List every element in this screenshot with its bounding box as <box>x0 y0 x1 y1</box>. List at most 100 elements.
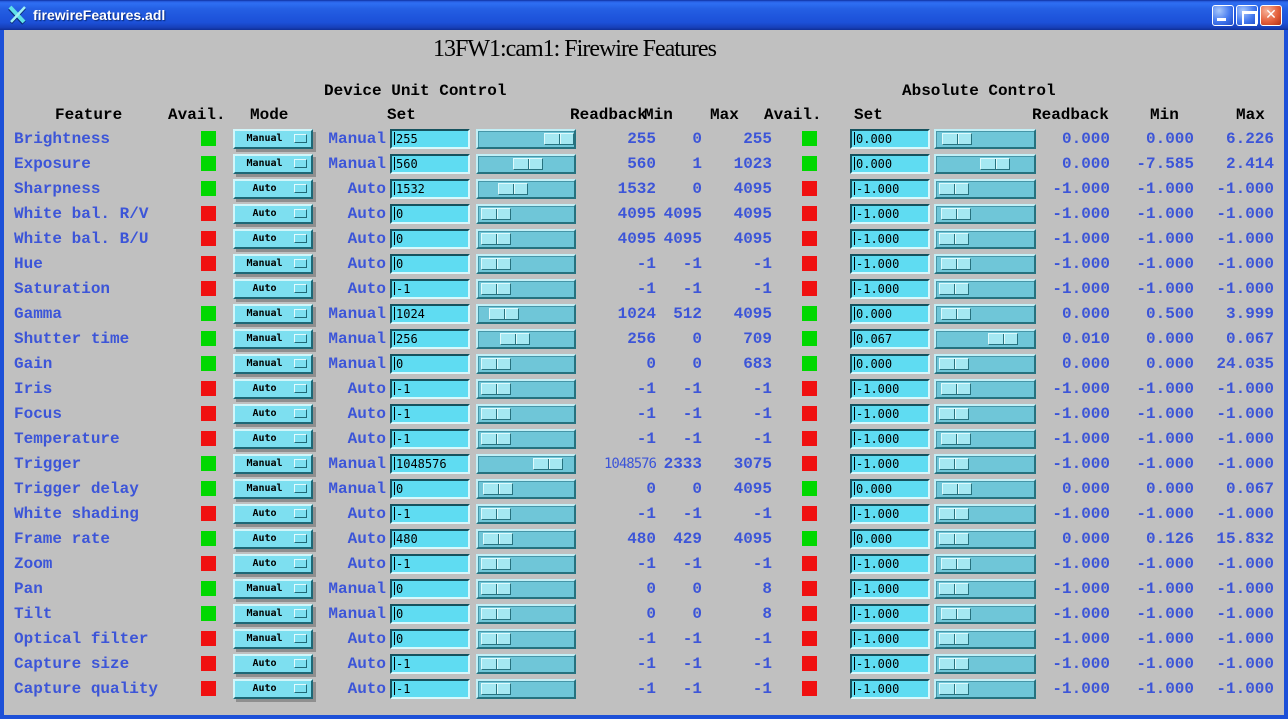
mode-select[interactable]: Manual <box>233 479 313 499</box>
absolute-set-input[interactable]: 0.000 <box>850 354 930 374</box>
device-slider-handle[interactable] <box>481 383 511 395</box>
device-slider-handle[interactable] <box>500 333 530 345</box>
device-slider-handle[interactable] <box>481 258 511 270</box>
mode-select[interactable]: Auto <box>233 429 313 449</box>
device-set-slider[interactable] <box>476 554 576 574</box>
device-set-slider[interactable] <box>476 429 576 449</box>
absolute-set-slider[interactable] <box>934 679 1036 699</box>
device-set-slider[interactable] <box>476 379 576 399</box>
device-slider-handle[interactable] <box>481 233 511 245</box>
device-slider-handle[interactable] <box>481 283 511 295</box>
absolute-set-input[interactable]: 0.000 <box>850 529 930 549</box>
absolute-set-slider[interactable] <box>934 454 1036 474</box>
device-set-slider[interactable] <box>476 679 576 699</box>
mode-select[interactable]: Auto <box>233 404 313 424</box>
device-set-slider[interactable] <box>476 504 576 524</box>
device-set-slider[interactable] <box>476 229 576 249</box>
absolute-set-input[interactable]: -1.000 <box>850 679 930 699</box>
absolute-set-slider[interactable] <box>934 179 1036 199</box>
device-slider-handle[interactable] <box>481 583 511 595</box>
mode-select[interactable]: Auto <box>233 379 313 399</box>
device-set-input[interactable]: -1 <box>390 279 470 299</box>
device-slider-handle[interactable] <box>481 658 511 670</box>
absolute-slider-handle[interactable] <box>939 508 969 520</box>
device-set-input[interactable]: 1532 <box>390 179 470 199</box>
device-slider-handle[interactable] <box>481 208 511 220</box>
device-slider-handle[interactable] <box>481 633 511 645</box>
mode-select[interactable]: Manual <box>233 304 313 324</box>
absolute-set-input[interactable]: -1.000 <box>850 629 930 649</box>
absolute-slider-handle[interactable] <box>939 533 969 545</box>
absolute-set-slider[interactable] <box>934 204 1036 224</box>
absolute-set-input[interactable]: -1.000 <box>850 254 930 274</box>
absolute-set-input[interactable]: 0.000 <box>850 154 930 174</box>
device-set-input[interactable]: -1 <box>390 504 470 524</box>
device-set-slider[interactable] <box>476 354 576 374</box>
device-set-input[interactable]: 0 <box>390 204 470 224</box>
absolute-slider-handle[interactable] <box>942 483 972 495</box>
close-button[interactable] <box>1260 5 1282 26</box>
device-slider-handle[interactable] <box>498 183 528 195</box>
absolute-set-slider[interactable] <box>934 404 1036 424</box>
device-slider-handle[interactable] <box>483 533 513 545</box>
absolute-slider-handle[interactable] <box>942 133 972 145</box>
absolute-slider-handle[interactable] <box>939 233 969 245</box>
device-set-slider[interactable] <box>476 129 576 149</box>
device-set-input[interactable]: 480 <box>390 529 470 549</box>
device-set-input[interactable]: 255 <box>390 129 470 149</box>
device-set-slider[interactable] <box>476 304 576 324</box>
absolute-set-input[interactable]: -1.000 <box>850 454 930 474</box>
absolute-slider-handle[interactable] <box>941 208 971 220</box>
absolute-set-input[interactable]: 0.000 <box>850 304 930 324</box>
maximize-button[interactable] <box>1236 5 1258 26</box>
mode-select[interactable]: Manual <box>233 604 313 624</box>
device-slider-handle[interactable] <box>483 483 513 495</box>
device-slider-handle[interactable] <box>481 508 511 520</box>
absolute-set-slider[interactable] <box>934 329 1036 349</box>
mode-select[interactable]: Manual <box>233 454 313 474</box>
mode-select[interactable]: Manual <box>233 329 313 349</box>
device-slider-handle[interactable] <box>533 458 563 470</box>
absolute-set-slider[interactable] <box>934 229 1036 249</box>
device-slider-handle[interactable] <box>481 558 511 570</box>
device-slider-handle[interactable] <box>481 683 511 695</box>
absolute-set-slider[interactable] <box>934 529 1036 549</box>
device-slider-handle[interactable] <box>481 433 511 445</box>
absolute-set-input[interactable]: -1.000 <box>850 204 930 224</box>
device-set-input[interactable]: -1 <box>390 429 470 449</box>
absolute-set-slider[interactable] <box>934 354 1036 374</box>
absolute-slider-handle[interactable] <box>939 408 969 420</box>
device-set-input[interactable]: -1 <box>390 554 470 574</box>
absolute-set-slider[interactable] <box>934 579 1036 599</box>
absolute-slider-handle[interactable] <box>939 183 969 195</box>
device-set-slider[interactable] <box>476 604 576 624</box>
device-set-slider[interactable] <box>476 254 576 274</box>
device-set-input[interactable]: 0 <box>390 479 470 499</box>
device-set-slider[interactable] <box>476 204 576 224</box>
device-set-input[interactable]: -1 <box>390 379 470 399</box>
absolute-slider-handle[interactable] <box>939 633 969 645</box>
mode-select[interactable]: Manual <box>233 154 313 174</box>
absolute-set-input[interactable]: 0.000 <box>850 129 930 149</box>
absolute-slider-handle[interactable] <box>939 658 969 670</box>
device-set-slider[interactable] <box>476 154 576 174</box>
absolute-slider-handle[interactable] <box>939 358 969 370</box>
absolute-set-slider[interactable] <box>934 129 1036 149</box>
absolute-set-input[interactable]: 0.067 <box>850 329 930 349</box>
mode-select[interactable]: Auto <box>233 529 313 549</box>
absolute-set-input[interactable]: -1.000 <box>850 504 930 524</box>
absolute-set-slider[interactable] <box>934 429 1036 449</box>
absolute-set-input[interactable]: -1.000 <box>850 579 930 599</box>
device-set-slider[interactable] <box>476 479 576 499</box>
mode-select[interactable]: Manual <box>233 579 313 599</box>
absolute-set-slider[interactable] <box>934 654 1036 674</box>
device-set-input[interactable]: 0 <box>390 579 470 599</box>
device-set-input[interactable]: 0 <box>390 354 470 374</box>
device-set-slider[interactable] <box>476 404 576 424</box>
device-set-input[interactable]: 0 <box>390 254 470 274</box>
absolute-slider-handle[interactable] <box>939 583 969 595</box>
device-set-input[interactable]: -1 <box>390 404 470 424</box>
absolute-set-input[interactable]: -1.000 <box>850 179 930 199</box>
absolute-slider-handle[interactable] <box>980 158 1010 170</box>
device-set-input[interactable]: 0 <box>390 629 470 649</box>
